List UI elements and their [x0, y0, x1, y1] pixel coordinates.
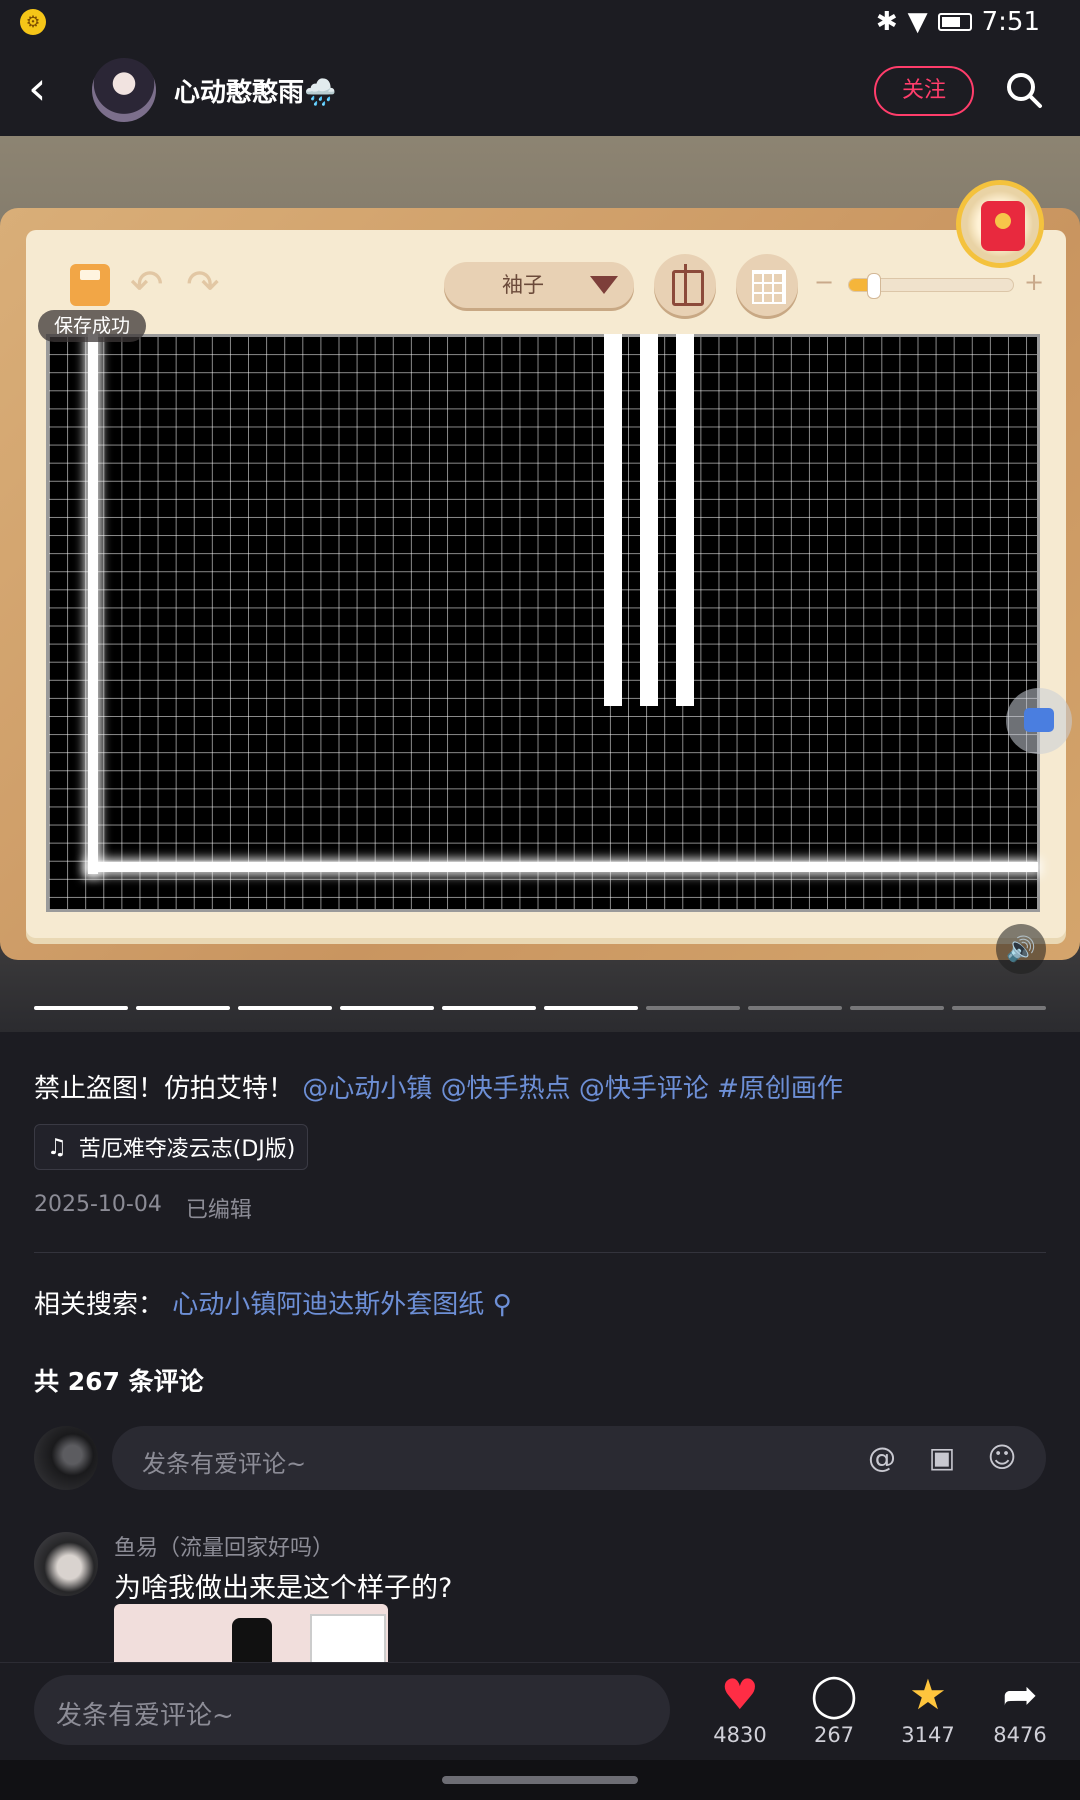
progress-segment	[646, 1006, 740, 1010]
comment-text: 为啥我做出来是这个样子的?	[114, 1573, 453, 1604]
white-stripe	[676, 334, 694, 706]
undo-icon: ↶	[130, 262, 164, 308]
related-search: 相关搜索： 心动小镇阿迪达斯外套图纸 ⚲	[34, 1284, 512, 1321]
post-meta: 2025-10-04 已编辑	[34, 1192, 252, 1224]
related-search-link[interactable]: 心动小镇阿迪达斯外套图纸	[172, 1290, 484, 1320]
follow-button[interactable]: 关注	[874, 66, 974, 116]
music-note-icon: ♫	[47, 1134, 67, 1160]
author-avatar[interactable]	[92, 58, 156, 122]
divider	[34, 1252, 1046, 1253]
wifi-icon: ▼	[907, 7, 928, 37]
zoom-plus-icon: +	[1024, 268, 1045, 296]
mention-link[interactable]: @快手评论	[579, 1074, 709, 1104]
progress-segment	[340, 1006, 434, 1010]
share-button[interactable]: ➦ 8476	[980, 1670, 1060, 1748]
post-caption: 禁止盗图！仿拍艾特！ @心动小镇 @快手热点 @快手评论 #原创画作	[34, 1068, 843, 1105]
like-button[interactable]: ♥ 4830	[700, 1670, 780, 1748]
zoom-minus-icon: −	[814, 268, 835, 296]
system-nav-bar	[0, 1760, 1080, 1800]
mention-icon[interactable]: @	[864, 1440, 900, 1476]
progress-segment	[952, 1006, 1046, 1010]
status-bar: ⚙ ✱ ▼ 7:51	[0, 0, 1080, 44]
music-chip[interactable]: ♫ 苦厄难夺凌云志(DJ版)	[34, 1124, 309, 1170]
part-select: 袖子	[444, 262, 634, 308]
heart-icon: ♥	[721, 1670, 759, 1719]
top-bar: ‹ 心动憨憨雨🌧️ 关注	[0, 44, 1080, 136]
save-icon	[70, 264, 110, 306]
volume-icon[interactable]: 🔊	[996, 924, 1046, 974]
white-stripe	[604, 334, 622, 706]
progress-segment	[238, 1006, 332, 1010]
battery-icon	[937, 13, 972, 31]
commenter-avatar[interactable]	[34, 1532, 98, 1596]
mention-link[interactable]: @心动小镇	[302, 1074, 432, 1104]
related-label: 相关搜索：	[34, 1290, 165, 1320]
glow-line-horizontal	[88, 862, 1038, 872]
comment-icon: ◯	[810, 1670, 858, 1719]
star-icon: ★	[909, 1670, 947, 1719]
comment-image[interactable]	[114, 1604, 388, 1662]
hashtag-link[interactable]: #原创画作	[717, 1074, 843, 1104]
progress-segment	[442, 1006, 536, 1010]
emoji-icon[interactable]: ☺	[984, 1440, 1020, 1476]
status-indicators: ✱ ▼ 7:51	[876, 6, 1040, 38]
back-icon[interactable]: ‹	[28, 65, 72, 114]
progress-segment	[850, 1006, 944, 1010]
grid-icon	[736, 254, 798, 316]
home-indicator[interactable]	[442, 1776, 638, 1784]
red-packet-icon[interactable]	[956, 180, 1044, 268]
progress-segment	[748, 1006, 842, 1010]
post-date: 2025-10-04	[34, 1192, 162, 1217]
app-notification-icon: ⚙	[20, 9, 46, 35]
bottom-input-placeholder: 发条有爱评论~	[56, 1701, 234, 1731]
glow-line-vertical	[88, 334, 98, 874]
edited-label: 已编辑	[185, 1198, 252, 1223]
clock: 7:51	[981, 7, 1040, 37]
part-select-label: 袖子	[502, 273, 544, 297]
bluetooth-icon: ✱	[875, 7, 898, 37]
comment-count: 共 267 条评论	[34, 1367, 204, 1396]
comment-input-placeholder: 发条有爱评论~	[142, 1450, 307, 1478]
search-small-icon[interactable]: ⚲	[493, 1290, 512, 1320]
progress-segment	[544, 1006, 638, 1010]
image-icon[interactable]: ▣	[924, 1440, 960, 1476]
pixel-grid-canvas	[46, 334, 1040, 912]
media-progress	[34, 1006, 1046, 1010]
favorite-count: 3147	[901, 1723, 955, 1747]
music-title: 苦厄难夺凌云志(DJ版)	[78, 1137, 296, 1162]
comment-input[interactable]: 发条有爱评论~ @ ▣ ☺	[112, 1426, 1046, 1490]
floating-chat-icon[interactable]	[1006, 688, 1072, 754]
like-count: 4830	[713, 1723, 767, 1747]
save-toast: 保存成功	[38, 310, 146, 342]
bottom-bar: 发条有爱评论~ ♥ 4830 ◯ 267 ★ 3147 ➦ 8476	[0, 1662, 1080, 1760]
white-stripe	[640, 334, 658, 706]
caption-text: 禁止盗图！仿拍艾特！	[34, 1074, 295, 1104]
dropdown-arrow-icon	[590, 276, 618, 294]
author-name[interactable]: 心动憨憨雨🌧️	[174, 72, 336, 109]
redo-icon: ↷	[186, 262, 220, 308]
progress-segment	[136, 1006, 230, 1010]
share-count: 8476	[993, 1723, 1047, 1747]
bottom-comment-input[interactable]: 发条有爱评论~	[34, 1675, 670, 1745]
search-icon[interactable]	[1004, 70, 1044, 110]
mirror-icon	[654, 254, 716, 316]
share-icon: ➦	[1002, 1670, 1038, 1719]
progress-segment	[34, 1006, 128, 1010]
comment-button[interactable]: ◯ 267	[794, 1670, 874, 1748]
mention-link[interactable]: @快手热点	[441, 1074, 571, 1104]
zoom-slider	[848, 273, 1014, 299]
my-avatar	[34, 1426, 98, 1490]
commenter-name[interactable]: 鱼易（流量回家好吗）	[114, 1530, 334, 1562]
favorite-button[interactable]: ★ 3147	[888, 1670, 968, 1748]
zoom-slider-thumb	[867, 273, 881, 299]
comment-total: 267	[813, 1723, 855, 1747]
